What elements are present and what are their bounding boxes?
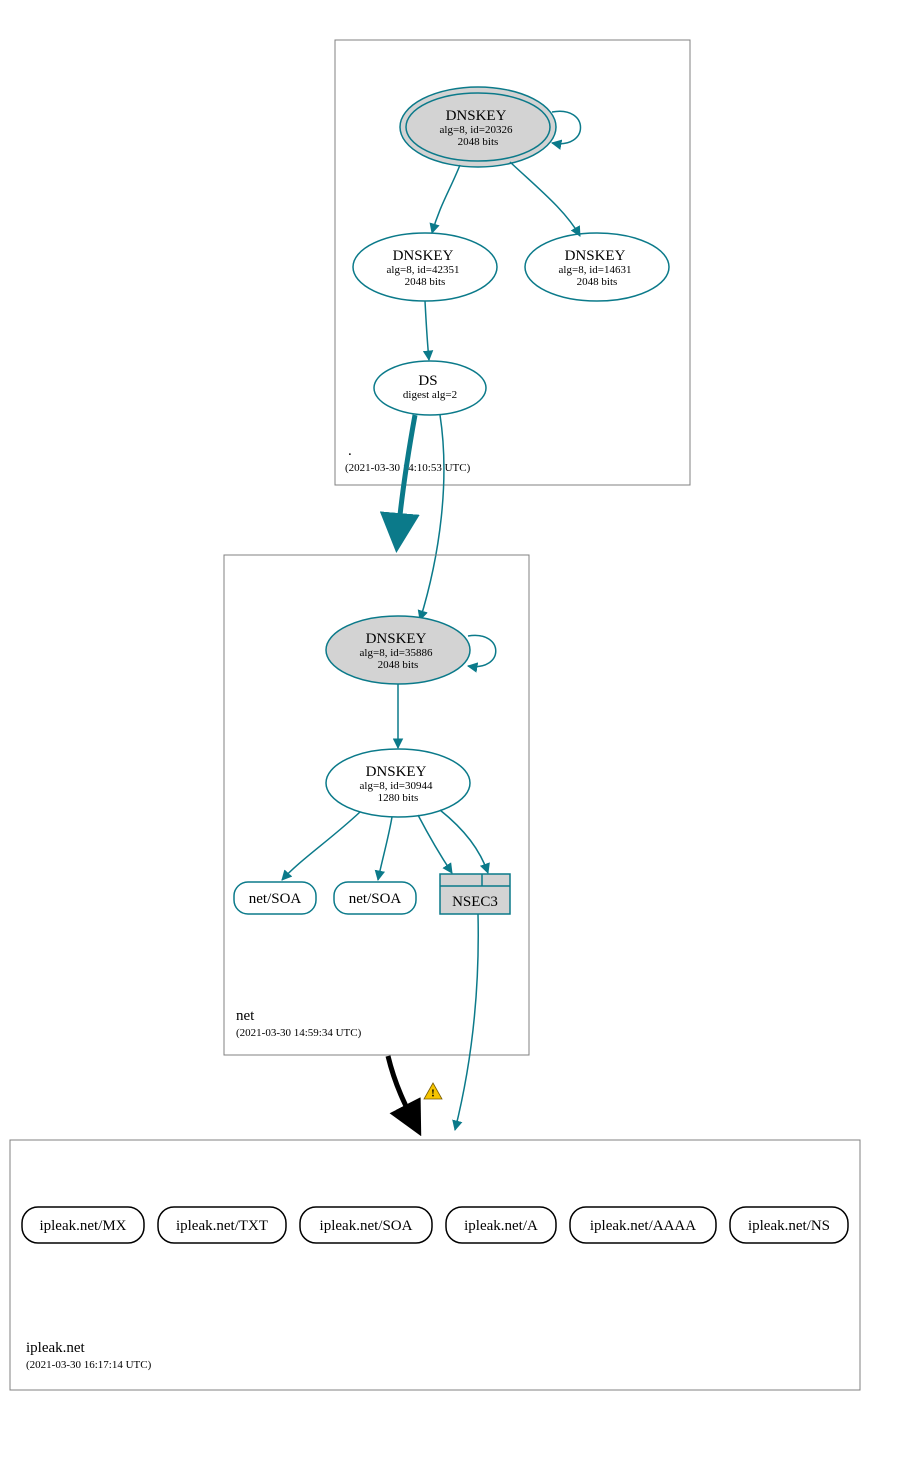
edge-net-zsk-nsec3-b xyxy=(440,810,488,873)
svg-text:ipleak.net/AAAA: ipleak.net/AAAA xyxy=(590,1218,696,1234)
svg-text:ipleak.net/NS: ipleak.net/NS xyxy=(748,1218,830,1234)
svg-text:ipleak.net/A: ipleak.net/A xyxy=(464,1218,538,1234)
dnssec-diagram: . (2021-03-30 14:10:53 UTC) DNSKEY alg=8… xyxy=(0,0,912,1473)
zone-root-name: . xyxy=(348,443,352,459)
node-root-ds: DS digest alg=2 xyxy=(374,361,486,415)
svg-text:net/SOA: net/SOA xyxy=(249,891,302,907)
edge-net-zsk-nsec3-a xyxy=(418,815,452,873)
node-net-zsk: DNSKEY alg=8, id=30944 1280 bits xyxy=(326,749,470,817)
zone-root: . (2021-03-30 14:10:53 UTC) DNSKEY alg=8… xyxy=(335,40,690,485)
node-net-soa-1: net/SOA xyxy=(234,882,316,914)
node-ipleak-a: ipleak.net/A xyxy=(446,1207,556,1243)
edge-root-ksk-zsk2 xyxy=(510,162,580,236)
node-root-ksk: DNSKEY alg=8, id=20326 2048 bits xyxy=(400,87,556,167)
node-root-zsk2: DNSKEY alg=8, id=14631 2048 bits xyxy=(525,233,669,301)
node-ipleak-soa: ipleak.net/SOA xyxy=(300,1207,432,1243)
zone-net-name: net xyxy=(236,1008,255,1024)
node-ipleak-aaaa: ipleak.net/AAAA xyxy=(570,1207,716,1243)
edge-ds-to-net-ksk xyxy=(420,415,444,620)
node-ipleak-mx: ipleak.net/MX xyxy=(22,1207,144,1243)
node-net-nsec3: NSEC3 xyxy=(440,874,510,914)
svg-text:ipleak.net/SOA: ipleak.net/SOA xyxy=(320,1218,413,1234)
zone-ipleak-name: ipleak.net xyxy=(26,1340,86,1356)
edge-net-zsk-soa1 xyxy=(282,812,360,880)
edge-nsec3-to-ipleak xyxy=(455,914,478,1130)
node-ipleak-ns: ipleak.net/NS xyxy=(730,1207,848,1243)
edge-net-ksk-self xyxy=(468,635,496,666)
svg-text:NSEC3: NSEC3 xyxy=(452,894,498,910)
svg-text:ipleak.net (2021-03-30 1: ipleak.net (2021-03-30 16:17:14 UTC) xyxy=(26,1339,152,1371)
svg-text:ipleak.net/TXT: ipleak.net/TXT xyxy=(176,1218,268,1234)
svg-text:net (2021-03-30 14:59:34: net (2021-03-30 14:59:34 UTC) xyxy=(236,1007,362,1039)
edge-root-zsk1-ds xyxy=(425,301,429,360)
node-ipleak-txt: ipleak.net/TXT xyxy=(158,1207,286,1243)
node-root-zsk1: DNSKEY alg=8, id=42351 2048 bits xyxy=(353,233,497,301)
edge-net-to-ipleak-zone xyxy=(388,1056,418,1130)
zone-net: net (2021-03-30 14:59:34 UTC) DNSKEY alg… xyxy=(224,555,529,1055)
node-net-soa-2: net/SOA xyxy=(334,882,416,914)
edge-root-ksk-zsk1 xyxy=(432,165,460,233)
zone-net-timestamp: (2021-03-30 14:59:34 UTC) xyxy=(236,1027,362,1039)
edge-net-zsk-soa2 xyxy=(378,817,392,880)
svg-text:ipleak.net/MX: ipleak.net/MX xyxy=(39,1218,126,1234)
warning-icon: ! xyxy=(424,1083,442,1100)
edge-root-to-net-zone xyxy=(397,415,415,545)
svg-text:!: ! xyxy=(431,1088,435,1100)
zone-ipleak: ipleak.net (2021-03-30 16:17:14 UTC) ipl… xyxy=(10,1140,860,1390)
svg-text:net/SOA: net/SOA xyxy=(349,891,402,907)
node-net-ksk: DNSKEY alg=8, id=35886 2048 bits xyxy=(326,616,470,684)
zone-ipleak-timestamp: (2021-03-30 16:17:14 UTC) xyxy=(26,1359,152,1371)
